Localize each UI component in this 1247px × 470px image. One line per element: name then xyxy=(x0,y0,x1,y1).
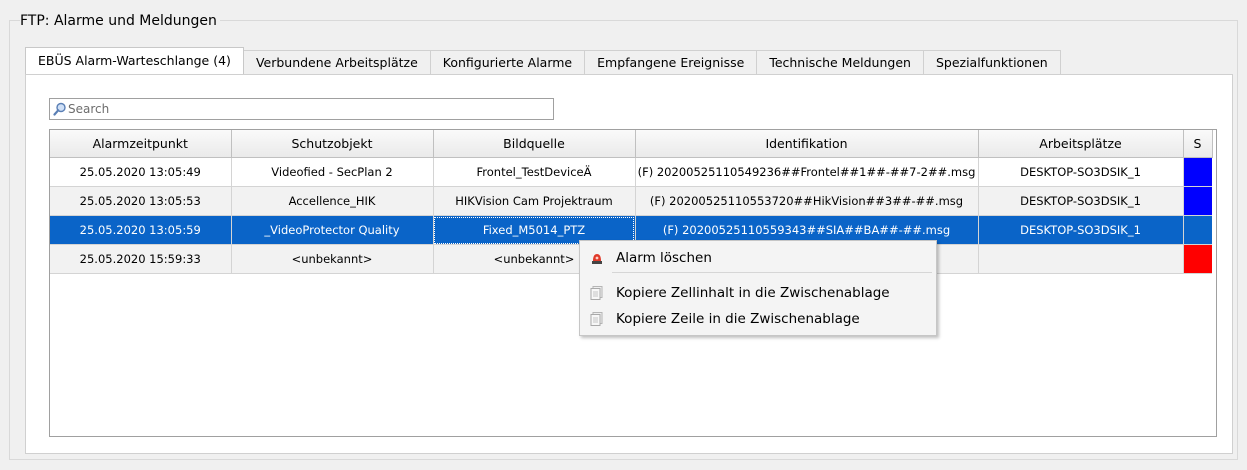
status-color-cell[interactable] xyxy=(1183,186,1212,216)
cell-protected-object[interactable]: Videofied - SecPlan 2 xyxy=(231,157,434,187)
cell-protected-object[interactable]: <unbekannt> xyxy=(231,244,434,274)
status-color-cell[interactable] xyxy=(1183,244,1212,274)
cell-alarm-time[interactable]: 25.05.2020 13:05:53 xyxy=(50,186,232,216)
cell-workstation[interactable]: DESKTOP-SO3DSIK_1 xyxy=(978,186,1184,216)
menu-item-copy-row[interactable]: Kopiere Zeile in die Zwischenablage xyxy=(580,307,936,331)
cell-protected-object[interactable]: _VideoProtector Quality xyxy=(231,215,434,245)
search-icon xyxy=(53,102,66,116)
cell-identification[interactable]: (F) 20200525110549236##Frontel##1##-##7-… xyxy=(635,157,979,187)
menu-item-label: Alarm löschen xyxy=(616,250,712,266)
cell-workstation[interactable]: DESKTOP-SO3DSIK_1 xyxy=(978,215,1184,245)
cell-alarm-time[interactable]: 25.05.2020 13:05:49 xyxy=(50,157,232,187)
tab-technical-messages[interactable]: Technische Meldungen xyxy=(756,50,924,74)
column-header-alarm-time[interactable]: Alarmzeitpunkt xyxy=(50,130,232,158)
column-header-workstations[interactable]: Arbeitsplätze xyxy=(978,130,1184,158)
menu-item-delete-alarm[interactable]: Alarm löschen xyxy=(580,246,936,270)
status-color-cell[interactable] xyxy=(1183,157,1212,187)
copy-icon xyxy=(590,312,603,326)
alarm-siren-icon xyxy=(592,254,602,264)
cell-image-source[interactable]: Frontel_TestDeviceÄ xyxy=(433,157,636,187)
menu-item-label: Kopiere Zellinhalt in die Zwischenablage xyxy=(616,285,890,301)
column-header-image-source[interactable]: Bildquelle xyxy=(433,130,636,158)
cell-alarm-time[interactable]: 25.05.2020 15:59:33 xyxy=(50,244,232,274)
cell-alarm-time[interactable]: 25.05.2020 13:05:59 xyxy=(50,215,232,245)
cell-identification[interactable]: (F) 20200525110553720##HikVision##3##-##… xyxy=(635,186,979,216)
column-header-status[interactable]: S xyxy=(1183,130,1213,158)
tab-alarm-queue[interactable]: EBÜS Alarm-Warteschlange (4) xyxy=(25,47,244,74)
group-title: FTP: Alarme und Meldungen xyxy=(20,12,220,30)
cell-workstation[interactable] xyxy=(978,244,1184,274)
cell-image-source[interactable]: HIKVision Cam Projektraum xyxy=(433,186,636,216)
tab-connected-workstations[interactable]: Verbundene Arbeitsplätze xyxy=(242,50,431,74)
menu-separator xyxy=(612,272,932,273)
menu-item-copy-cell[interactable]: Kopiere Zellinhalt in die Zwischenablage xyxy=(580,281,936,305)
cell-workstation[interactable]: DESKTOP-SO3DSIK_1 xyxy=(978,157,1184,187)
column-header-protected-object[interactable]: Schutzobjekt xyxy=(231,130,434,158)
table-header-row: Alarmzeitpunkt Schutzobjekt Bildquelle I… xyxy=(50,130,1213,158)
status-color-cell[interactable] xyxy=(1183,215,1212,245)
tab-special-functions[interactable]: Spezialfunktionen xyxy=(922,50,1061,74)
cell-protected-object[interactable]: Accellence_HIK xyxy=(231,186,434,216)
table-row[interactable]: 25.05.2020 13:05:53 Accellence_HIK HIKVi… xyxy=(50,186,1212,216)
tab-received-events[interactable]: Empfangene Ereignisse xyxy=(584,50,758,74)
tab-configured-alarms[interactable]: Konfigurierte Alarme xyxy=(429,50,586,74)
context-menu: Alarm löschen Kopiere Zellinhalt in die … xyxy=(579,240,937,336)
menu-item-label: Kopiere Zeile in die Zwischenablage xyxy=(616,311,860,327)
copy-icon xyxy=(590,286,603,300)
table-row[interactable]: 25.05.2020 13:05:49 Videofied - SecPlan … xyxy=(50,157,1212,187)
search-box[interactable] xyxy=(49,98,554,120)
column-header-identification[interactable]: Identifikation xyxy=(635,130,979,158)
tab-bar: EBÜS Alarm-Warteschlange (4) Verbundene … xyxy=(25,47,1061,74)
search-input[interactable] xyxy=(67,100,553,118)
